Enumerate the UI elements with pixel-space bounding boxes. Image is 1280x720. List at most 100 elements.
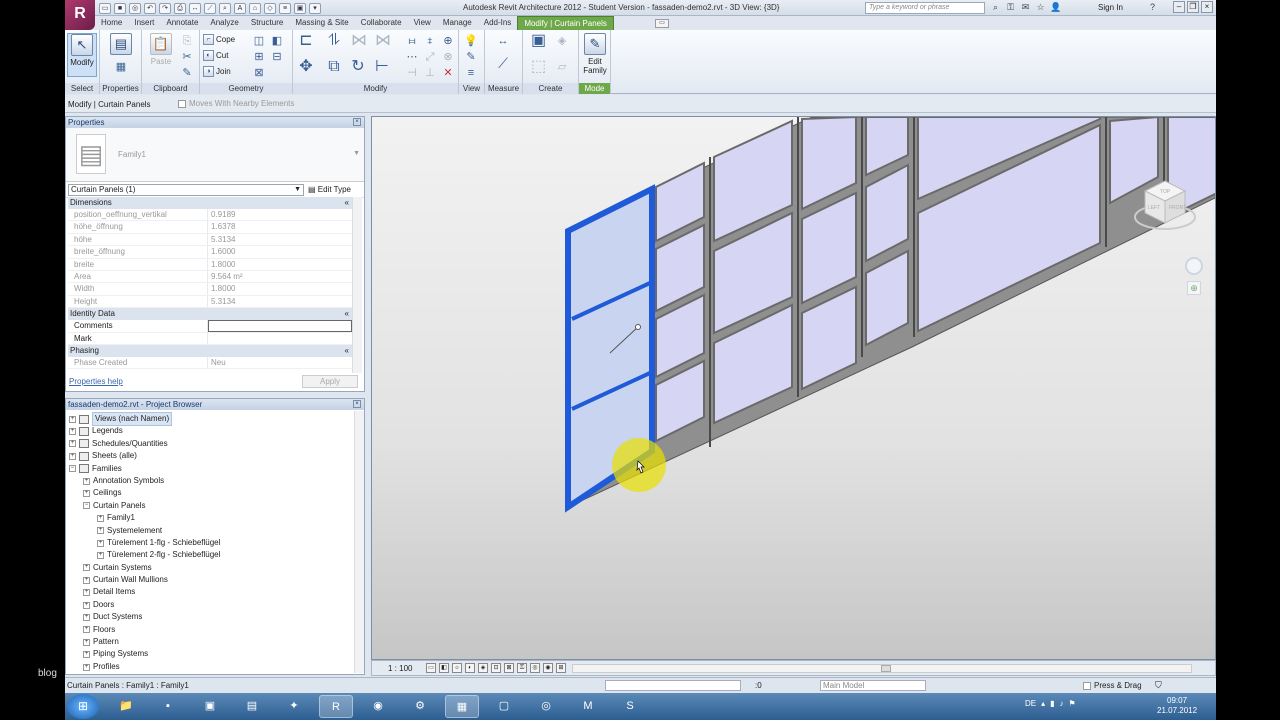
tray-arrow-icon[interactable]: ▴: [1041, 699, 1045, 708]
search-input[interactable]: Type a keyword or phrase: [865, 2, 985, 14]
copy-clipboard-icon[interactable]: ⎘: [180, 34, 194, 48]
design-option-select[interactable]: Main Model: [820, 680, 926, 691]
dimension-icon[interactable]: ⟋: [204, 2, 216, 14]
ribbon-minimize-icon[interactable]: ▭: [655, 19, 669, 28]
trim-extend-icon[interactable]: ⊣: [405, 66, 419, 80]
section-icon[interactable]: ◇: [264, 2, 276, 14]
tab-annotate[interactable]: Annotate: [160, 16, 204, 30]
3d-view-canvas[interactable]: TOP LEFT FRONT ⊕: [371, 116, 1216, 660]
expand-icon[interactable]: +: [83, 663, 90, 671]
visual-style-icon[interactable]: ◧: [439, 663, 449, 673]
expand-icon[interactable]: +: [83, 651, 90, 659]
clock[interactable]: 09:07 21.07.2012: [1157, 696, 1197, 716]
tab-manage[interactable]: Manage: [437, 16, 478, 30]
tree-item[interactable]: + Duct Systems: [69, 611, 351, 623]
skype-icon[interactable]: S: [613, 695, 647, 718]
copy-icon[interactable]: ⧉: [327, 59, 341, 75]
subscription-icon[interactable]: ⚿: [1005, 2, 1016, 13]
tree-item[interactable]: + Doors: [69, 599, 351, 611]
tree-item[interactable]: − Curtain Panels: [69, 500, 351, 512]
close-browser-icon[interactable]: ×: [353, 400, 361, 408]
tab-collaborate[interactable]: Collaborate: [355, 16, 408, 30]
tree-item[interactable]: + Floors: [69, 624, 351, 636]
text-icon[interactable]: A: [234, 2, 246, 14]
tree-item[interactable]: + Legends: [69, 425, 351, 437]
linework-icon[interactable]: ≡: [464, 66, 478, 80]
minimize-button[interactable]: –: [1173, 1, 1185, 13]
table-row[interactable]: position_oeffnung_vertikal 0.9189: [68, 209, 352, 222]
horizontal-scrollbar[interactable]: [572, 664, 1192, 673]
group-identity-data[interactable]: Identity Data «: [68, 308, 352, 321]
mark-row[interactable]: Mark: [68, 332, 352, 345]
app-icon-7[interactable]: M: [571, 695, 605, 718]
expand-icon[interactable]: +: [97, 514, 104, 522]
tree-item[interactable]: + Views (nach Namen): [69, 412, 351, 427]
tab-insert[interactable]: Insert: [128, 16, 160, 30]
scale-icon[interactable]: ⤢: [423, 50, 437, 64]
sync-icon[interactable]: ◎: [129, 2, 141, 14]
rotate-icon[interactable]: ↻: [351, 59, 365, 75]
cut-button[interactable]: ◐ Cut: [203, 50, 228, 61]
lock-view-icon[interactable]: ⚿: [517, 663, 527, 673]
detail-level-icon[interactable]: ▭: [426, 663, 436, 673]
communication-icon[interactable]: ✉: [1020, 2, 1031, 13]
app-icon-6[interactable]: ▢: [487, 695, 521, 718]
join-button[interactable]: ◑ Join: [203, 66, 231, 77]
tree-item[interactable]: + Curtain Systems: [69, 562, 351, 574]
table-row[interactable]: Width 1.8000: [68, 283, 352, 296]
start-button[interactable]: ⊞: [67, 694, 99, 719]
expand-icon[interactable]: +: [69, 415, 76, 423]
tab-add-ins[interactable]: Add-Ins: [478, 16, 518, 30]
expand-icon[interactable]: +: [83, 626, 90, 634]
tree-item[interactable]: + Detail Items: [69, 586, 351, 598]
edit-family-button[interactable]: ✎ Edit Family: [580, 33, 610, 77]
3d-view-icon[interactable]: ⌂: [249, 2, 261, 14]
table-row[interactable]: höhe 5.3134: [68, 233, 352, 247]
expand-icon[interactable]: +: [83, 638, 90, 646]
expand-icon[interactable]: +: [69, 428, 76, 436]
expand-icon[interactable]: +: [83, 490, 90, 498]
binoculars-icon[interactable]: ⌕: [990, 2, 1001, 13]
zoom-icon[interactable]: ⊕: [1187, 281, 1201, 295]
crop-region-icon[interactable]: ⊠: [504, 663, 514, 673]
app-icon-2[interactable]: ▤: [235, 695, 269, 718]
expand-icon[interactable]: +: [97, 539, 104, 547]
firefox-icon[interactable]: ◉: [361, 695, 395, 718]
apply-button[interactable]: Apply: [302, 375, 358, 388]
tree-item[interactable]: + Sheets (alle): [69, 450, 351, 462]
tab-analyze[interactable]: Analyze: [204, 16, 244, 30]
expand-icon[interactable]: +: [83, 576, 90, 584]
cmd-icon[interactable]: ▪: [151, 695, 185, 718]
expand-icon[interactable]: +: [83, 613, 90, 621]
sign-in-button[interactable]: Sign In: [1098, 3, 1123, 12]
table-row[interactable]: breite 1.8000: [68, 258, 352, 271]
collapse-icon[interactable]: −: [69, 465, 76, 473]
restore-button[interactable]: ❐: [1187, 1, 1199, 13]
offset-icon[interactable]: ⥮: [327, 33, 341, 49]
undo-icon[interactable]: ↶: [144, 2, 156, 14]
expand-icon[interactable]: +: [69, 440, 76, 448]
create-parts-icon[interactable]: ◈: [555, 34, 569, 48]
expand-icon[interactable]: +: [83, 477, 90, 485]
properties-help-link[interactable]: Properties help: [69, 377, 123, 386]
measure-distance-icon[interactable]: ↔: [496, 34, 510, 48]
steering-wheel-icon[interactable]: [1185, 257, 1203, 275]
create-assembly-icon[interactable]: ▣: [531, 33, 546, 49]
aligned-dimension-icon[interactable]: ⟋: [496, 56, 510, 70]
shadows-icon[interactable]: ◐: [465, 663, 475, 673]
expand-icon[interactable]: +: [83, 601, 90, 609]
close-properties-icon[interactable]: ×: [353, 118, 361, 126]
table-row[interactable]: Height 5.3134: [68, 295, 352, 309]
app-icon-1[interactable]: ▣: [193, 695, 227, 718]
edit-type-button[interactable]: ▤ Edit Type: [308, 184, 360, 196]
paste-button[interactable]: 📋 Paste: [146, 33, 176, 77]
group-dimensions[interactable]: Dimensions «: [68, 197, 352, 209]
help-icon[interactable]: ?: [1150, 2, 1155, 12]
trim-icon[interactable]: ⊢: [375, 59, 389, 75]
expand-icon[interactable]: +: [97, 551, 104, 559]
create-similar-icon[interactable]: ▱: [555, 60, 569, 74]
qat-dropdown-icon[interactable]: ▾: [309, 2, 321, 14]
table-row[interactable]: höhe_öffnung 1.6378: [68, 221, 352, 234]
filter-icon[interactable]: ⛉: [1155, 680, 1162, 691]
demolish-icon[interactable]: ⊟: [270, 50, 284, 64]
